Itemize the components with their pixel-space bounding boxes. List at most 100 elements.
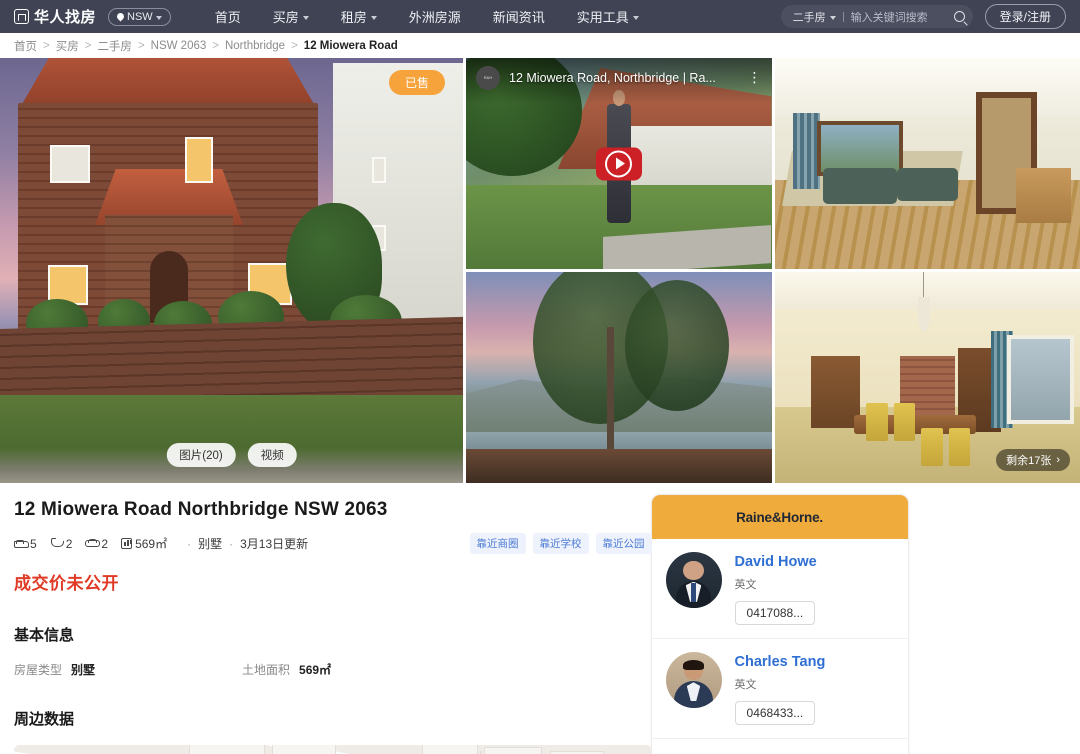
chevron-down-icon bbox=[829, 15, 836, 20]
beds-value: 5 bbox=[30, 536, 37, 551]
divider bbox=[842, 11, 844, 22]
bath-icon bbox=[50, 538, 64, 549]
breadcrumb-item-secondhand[interactable]: 二手房 bbox=[97, 38, 132, 54]
agent-info: Charles Tang 英文 0468433... bbox=[734, 652, 894, 725]
breadcrumb-item-suburb[interactable]: Northbridge bbox=[225, 40, 285, 52]
login-register-button[interactable]: 登录/注册 bbox=[984, 4, 1066, 29]
agent-row-1: David Howe 英文 0417088... bbox=[652, 539, 908, 638]
tag-near-park: 靠近公园 bbox=[595, 533, 652, 554]
avatar bbox=[665, 652, 722, 708]
tag-near-shopping: 靠近商圈 bbox=[469, 533, 526, 554]
chevron-down-icon bbox=[155, 15, 162, 20]
photos-chip[interactable]: 图片(20) bbox=[166, 443, 236, 467]
cars-value: 2 bbox=[101, 536, 109, 551]
cars-count: 2 bbox=[85, 537, 108, 551]
avatar bbox=[665, 552, 722, 608]
listing-detail-column: 12 Miowera Road Northbridge NSW 2063 5 2… bbox=[14, 483, 652, 754]
beds-count: 5 bbox=[14, 537, 37, 551]
region-selector[interactable]: NSW bbox=[108, 7, 171, 26]
region-label: NSW bbox=[127, 10, 153, 23]
surroundings-map[interactable]: 房屋位置 附近已售 周边设施 bbox=[14, 745, 652, 754]
info-row-property-type: 房屋类型 别墅 bbox=[14, 661, 242, 678]
agent-phone-button[interactable]: 0468433... bbox=[734, 701, 816, 725]
surroundings-heading: 周边数据 bbox=[14, 711, 75, 728]
video-title: 12 Miowera Road, Northbridge | Ra... bbox=[509, 71, 716, 85]
updated-date: 3月13日更新 bbox=[240, 537, 309, 551]
main-content: 12 Miowera Road Northbridge NSW 2063 5 2… bbox=[0, 483, 1080, 754]
gallery-hero-photo[interactable]: 已售 图片(20) 视频 bbox=[0, 58, 463, 483]
breadcrumb-item-home[interactable]: 首页 bbox=[14, 38, 37, 54]
agent-phone-button[interactable]: 0417088... bbox=[734, 601, 816, 625]
listing-meta-row: 5 2 2 569㎡ · 别墅 · 3月13日更新 靠近商圈 靠近学校 靠近公园 bbox=[14, 533, 652, 554]
video-chip[interactable]: 视频 bbox=[247, 443, 297, 467]
search-input[interactable]: 输入关键词搜索 bbox=[851, 9, 954, 25]
land-value: 569㎡ bbox=[135, 537, 168, 551]
agent-language: 英文 bbox=[734, 579, 757, 591]
nav-item-interstate[interactable]: 外洲房源 bbox=[393, 7, 477, 26]
nav-item-tools[interactable]: 实用工具 bbox=[561, 7, 655, 26]
info-key: 房屋类型 bbox=[14, 663, 63, 677]
land-area: 569㎡ bbox=[121, 535, 167, 552]
nav-label: 新闻资讯 bbox=[492, 10, 545, 25]
baths-count: 2 bbox=[50, 536, 73, 551]
agent-name[interactable]: Charles Tang bbox=[735, 654, 894, 670]
gallery-chip-row: 图片(20) 视频 bbox=[166, 443, 297, 467]
search-category[interactable]: 二手房 bbox=[793, 9, 826, 25]
remaining-photos-label: 剩余17张 bbox=[1006, 455, 1052, 467]
video-title-bar: R&H 12 Miowera Road, Northbridge | Ra...… bbox=[466, 58, 772, 104]
area-icon bbox=[121, 538, 133, 549]
gallery-thumb-living-room[interactable] bbox=[774, 58, 1080, 269]
house-logo-icon bbox=[14, 9, 29, 24]
main-nav-links: 首页 买房 租房 外洲房源 新闻资讯 实用工具 bbox=[199, 7, 655, 26]
gallery-thumb-dining-room[interactable]: 剩余17张 › bbox=[774, 272, 1080, 483]
info-value: 别墅 bbox=[71, 663, 96, 677]
location-pin-icon bbox=[115, 11, 126, 22]
gallery-thumb-view[interactable] bbox=[466, 272, 772, 483]
chevron-down-icon bbox=[632, 15, 639, 20]
breadcrumb-separator: > bbox=[137, 39, 145, 52]
kebab-menu-icon[interactable]: ⋮ bbox=[748, 70, 762, 84]
youtube-play-icon[interactable] bbox=[595, 147, 642, 180]
breadcrumb-current: 12 Miowera Road bbox=[303, 39, 398, 52]
agent-row-2: Charles Tang 英文 0468433... bbox=[651, 638, 908, 738]
channel-avatar: R&H bbox=[476, 66, 500, 90]
site-logo-text: 华人找房 bbox=[34, 9, 97, 26]
agency-name: Raine&Horne. bbox=[736, 509, 823, 525]
agent-card: Raine&Horne. David Howe 英文 0417088... Ch… bbox=[651, 495, 908, 754]
nav-label: 外洲房源 bbox=[408, 10, 461, 25]
gallery-row-top: R&H 12 Miowera Road, Northbridge | Ra...… bbox=[466, 58, 1080, 269]
nav-label: 租房 bbox=[340, 10, 367, 25]
info-key: 土地面积 bbox=[242, 663, 291, 677]
feature-tags: 靠近商圈 靠近学校 靠近公园 bbox=[469, 533, 652, 554]
breadcrumb-item-postcode[interactable]: NSW 2063 bbox=[151, 40, 207, 52]
nav-label: 实用工具 bbox=[576, 10, 629, 25]
nav-item-buy[interactable]: 买房 bbox=[257, 7, 325, 26]
site-logo[interactable]: 华人找房 bbox=[14, 6, 96, 27]
agency-office-link[interactable]: Raine & Horne Lower North Shore Northbri… bbox=[651, 738, 908, 754]
remaining-photos-chip[interactable]: 剩余17张 › bbox=[996, 449, 1070, 471]
property-type: 别墅 bbox=[198, 537, 223, 551]
chevron-down-icon bbox=[302, 15, 309, 20]
agent-name[interactable]: David Howe bbox=[735, 554, 894, 570]
search-box[interactable]: 二手房 输入关键词搜索 bbox=[780, 5, 973, 28]
nav-label: 首页 bbox=[214, 10, 241, 25]
nav-item-home[interactable]: 首页 bbox=[199, 7, 257, 26]
bed-icon bbox=[14, 538, 29, 549]
breadcrumb-separator: > bbox=[84, 39, 92, 52]
nav-item-rent[interactable]: 租房 bbox=[325, 7, 393, 26]
chevron-right-icon: › bbox=[1056, 454, 1060, 466]
nav-item-news[interactable]: 新闻资讯 bbox=[477, 7, 561, 26]
search-icon[interactable] bbox=[953, 11, 965, 22]
living-room-image bbox=[774, 58, 1080, 269]
page-title: 12 Miowera Road Northbridge NSW 2063 bbox=[14, 499, 388, 520]
map-background bbox=[14, 745, 652, 754]
breadcrumb-separator: > bbox=[291, 39, 298, 52]
basic-info-grid: 房屋类型 别墅 土地面积 569㎡ bbox=[14, 661, 652, 678]
agent-language: 英文 bbox=[734, 679, 757, 691]
gallery-video-tile[interactable]: R&H 12 Miowera Road, Northbridge | Ra...… bbox=[466, 58, 772, 269]
baths-value: 2 bbox=[65, 536, 73, 551]
basic-info-heading: 基本信息 bbox=[14, 627, 75, 644]
sold-badge: 已售 bbox=[388, 70, 445, 95]
breadcrumb-item-buy[interactable]: 买房 bbox=[56, 38, 79, 54]
meta-separator: · bbox=[229, 536, 234, 551]
